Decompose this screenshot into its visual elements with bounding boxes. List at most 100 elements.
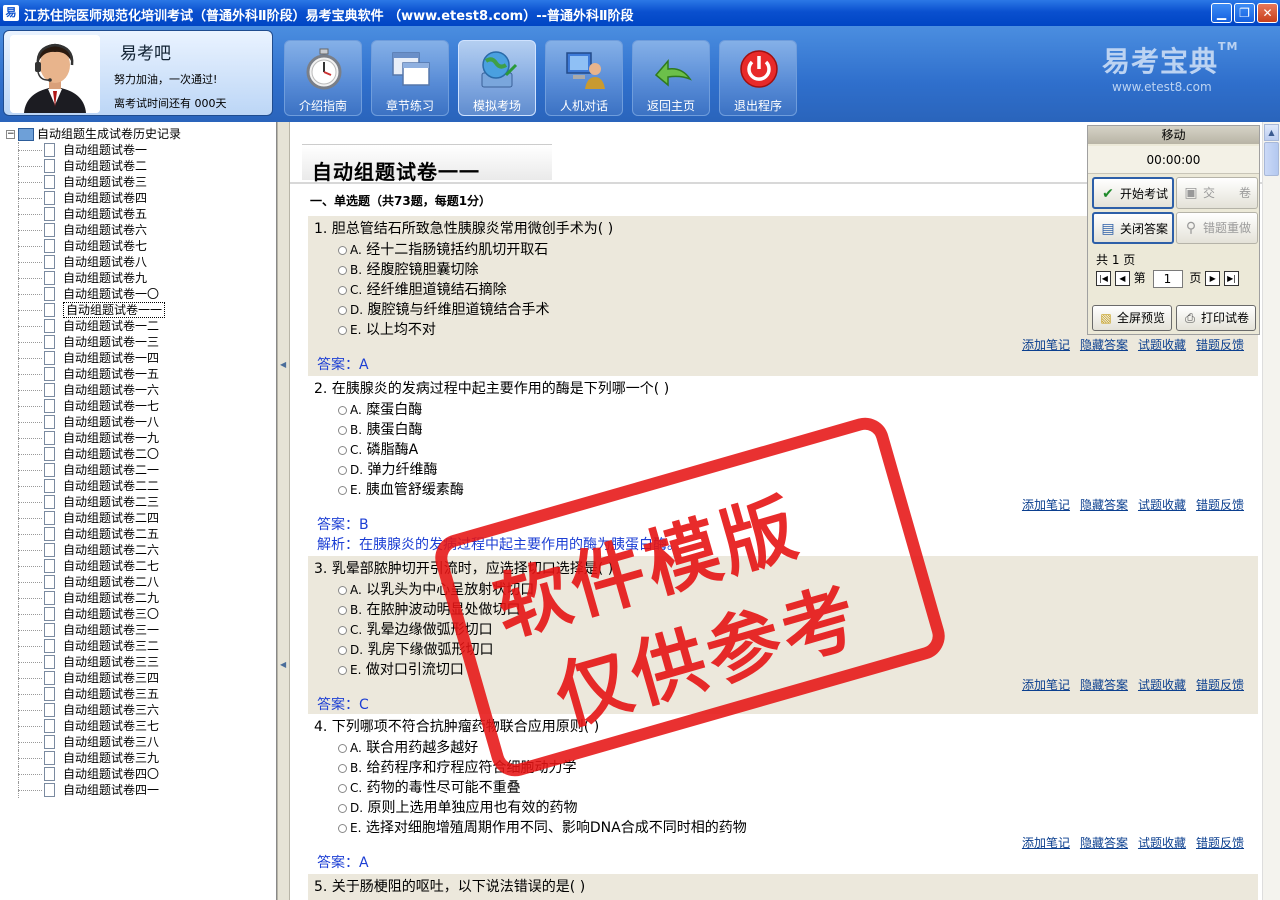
option-item[interactable]: B. 胰蛋白酶 [338, 419, 423, 439]
tree-root[interactable]: − 自动组题生成试卷历史记录 [6, 126, 181, 142]
tree-item[interactable]: 自动组题试卷三九 [0, 750, 165, 766]
option-item[interactable]: E. 选择对细胞增殖周期作用不同、影响DNA合成不同时相的药物 [338, 817, 747, 837]
tree-item[interactable]: 自动组题试卷三八 [0, 734, 165, 750]
option-item[interactable]: E. 做对口引流切口 [338, 659, 464, 679]
radio-button[interactable] [338, 325, 347, 335]
tree-item[interactable]: 自动组题试卷一四 [0, 350, 165, 366]
option-item[interactable]: D. 腹腔镜与纤维胆道镜结合手术 [338, 299, 550, 319]
tree-item[interactable]: 自动组题试卷三六 [0, 702, 165, 718]
tree-item[interactable]: 自动组题试卷三二 [0, 638, 165, 654]
feedback-link[interactable]: 错题反馈 [1196, 498, 1244, 512]
splitter-arrow-icon[interactable]: ◀ [280, 660, 288, 669]
option-item[interactable]: A. 经十二指肠镜括约肌切开取石 [338, 239, 548, 259]
radio-button[interactable] [338, 625, 347, 635]
tree-item[interactable]: 自动组题试卷九 [0, 270, 165, 286]
tree-item[interactable]: 自动组题试卷二二 [0, 478, 165, 494]
tree-item[interactable]: 自动组题试卷三一 [0, 622, 165, 638]
option-item[interactable]: D. 原则上选用单独应用也有效的药物 [338, 797, 578, 817]
tree-item[interactable]: 自动组题试卷三〇 [0, 606, 165, 622]
radio-button[interactable] [338, 285, 347, 295]
option-item[interactable]: C. 药物的毒性尽可能不重叠 [338, 777, 521, 797]
nav-button-home[interactable]: 返回主页 [632, 40, 710, 116]
favorite-link[interactable]: 试题收藏 [1138, 498, 1186, 512]
tree-item[interactable]: 自动组题试卷三五 [0, 686, 165, 702]
splitter[interactable]: ◀ ◀ [277, 122, 290, 900]
radio-button[interactable] [338, 605, 347, 615]
last-page-icon[interactable]: ▶| [1224, 271, 1239, 286]
radio-button[interactable] [338, 445, 347, 455]
tree-item[interactable]: 自动组题试卷二〇 [0, 446, 165, 462]
redo-wrong-button[interactable]: ⚲ 错题重做 [1176, 212, 1258, 244]
tree-item[interactable]: 自动组题试卷一七 [0, 398, 165, 414]
tree-item[interactable]: 自动组题试卷一〇 [0, 286, 165, 302]
add-note-link[interactable]: 添加笔记 [1022, 498, 1070, 512]
radio-button[interactable] [338, 803, 347, 813]
tree-item[interactable]: 自动组题试卷二六 [0, 542, 165, 558]
tree-item[interactable]: 自动组题试卷四 [0, 190, 165, 206]
hide-answer-link[interactable]: 隐藏答案 [1080, 678, 1128, 692]
tree-item[interactable]: 自动组题试卷二 [0, 158, 165, 174]
radio-button[interactable] [338, 823, 347, 833]
feedback-link[interactable]: 错题反馈 [1196, 338, 1244, 352]
option-item[interactable]: C. 经纤维胆道镜结石摘除 [338, 279, 507, 299]
first-page-icon[interactable]: |◀ [1096, 271, 1111, 286]
add-note-link[interactable]: 添加笔记 [1022, 338, 1070, 352]
radio-button[interactable] [338, 405, 347, 415]
tree-item[interactable]: 自动组题试卷二五 [0, 526, 165, 542]
radio-button[interactable] [338, 645, 347, 655]
option-item[interactable]: A. 联合用药越多越好 [338, 737, 478, 757]
add-note-link[interactable]: 添加笔记 [1022, 678, 1070, 692]
radio-button[interactable] [338, 265, 347, 275]
tree-item[interactable]: 自动组题试卷二一 [0, 462, 165, 478]
option-item[interactable]: B. 经腹腔镜胆囊切除 [338, 259, 479, 279]
tree-item[interactable]: 自动组题试卷一五 [0, 366, 165, 382]
start-exam-button[interactable]: ✔ 开始考试 [1092, 177, 1174, 209]
tree-item[interactable]: 自动组题试卷一 [0, 142, 165, 158]
tree-item[interactable]: 自动组题试卷一三 [0, 334, 165, 350]
nav-button-guide[interactable]: 介绍指南 [284, 40, 362, 116]
scroll-thumb[interactable] [1264, 142, 1279, 176]
tree-item[interactable]: 自动组题试卷三三 [0, 654, 165, 670]
option-item[interactable]: A. 糜蛋白酶 [338, 399, 422, 419]
submit-paper-button[interactable]: ▣ 交 卷 [1176, 177, 1258, 209]
option-item[interactable]: D. 弹力纤维酶 [338, 459, 438, 479]
minimize-button[interactable]: ▁ [1211, 3, 1232, 23]
tree-item[interactable]: 自动组题试卷五 [0, 206, 165, 222]
add-note-link[interactable]: 添加笔记 [1022, 836, 1070, 850]
tree-item[interactable]: 自动组题试卷二七 [0, 558, 165, 574]
radio-button[interactable] [338, 665, 347, 675]
restore-button[interactable]: ❐ [1234, 3, 1255, 23]
tree-item[interactable]: 自动组题试卷二九 [0, 590, 165, 606]
nav-button-exit[interactable]: 退出程序 [719, 40, 797, 116]
next-page-icon[interactable]: ▶ [1205, 271, 1221, 286]
tree-item[interactable]: 自动组题试卷一六 [0, 382, 165, 398]
feedback-link[interactable]: 错题反馈 [1196, 836, 1244, 850]
control-move-header[interactable]: 移动 [1088, 126, 1259, 144]
tree-item[interactable]: 自动组题试卷八 [0, 254, 165, 270]
favorite-link[interactable]: 试题收藏 [1138, 836, 1186, 850]
tree-item[interactable]: 自动组题试卷二四 [0, 510, 165, 526]
favorite-link[interactable]: 试题收藏 [1138, 338, 1186, 352]
favorite-link[interactable]: 试题收藏 [1138, 678, 1186, 692]
radio-button[interactable] [338, 585, 347, 595]
radio-button[interactable] [338, 783, 347, 793]
nav-button-man-machine[interactable]: 人机对话 [545, 40, 623, 116]
tree-item[interactable]: 自动组题试卷六 [0, 222, 165, 238]
radio-button[interactable] [338, 425, 347, 435]
full-preview-button[interactable]: ▧ 全屏预览 [1092, 305, 1172, 331]
hide-answer-link[interactable]: 隐藏答案 [1080, 338, 1128, 352]
tree-item[interactable]: 自动组题试卷七 [0, 238, 165, 254]
close-answer-button[interactable]: ▤ 关闭答案 [1092, 212, 1174, 244]
radio-button[interactable] [338, 485, 347, 495]
print-paper-button[interactable]: ⎙ 打印试卷 [1176, 305, 1256, 331]
tree-item[interactable]: 自动组题试卷三七 [0, 718, 165, 734]
close-button[interactable]: ✕ [1257, 3, 1278, 23]
radio-button[interactable] [338, 245, 347, 255]
prev-page-icon[interactable]: ◀ [1114, 271, 1130, 286]
tree-item[interactable]: 自动组题试卷一九 [0, 430, 165, 446]
splitter-arrow-icon[interactable]: ◀ [280, 360, 288, 369]
option-item[interactable]: E. 以上均不对 [338, 319, 436, 339]
option-item[interactable]: E. 胰血管舒缓素酶 [338, 479, 464, 499]
tree-item[interactable]: 自动组题试卷四一 [0, 782, 165, 798]
scroll-up-icon[interactable]: ▲ [1264, 124, 1279, 141]
